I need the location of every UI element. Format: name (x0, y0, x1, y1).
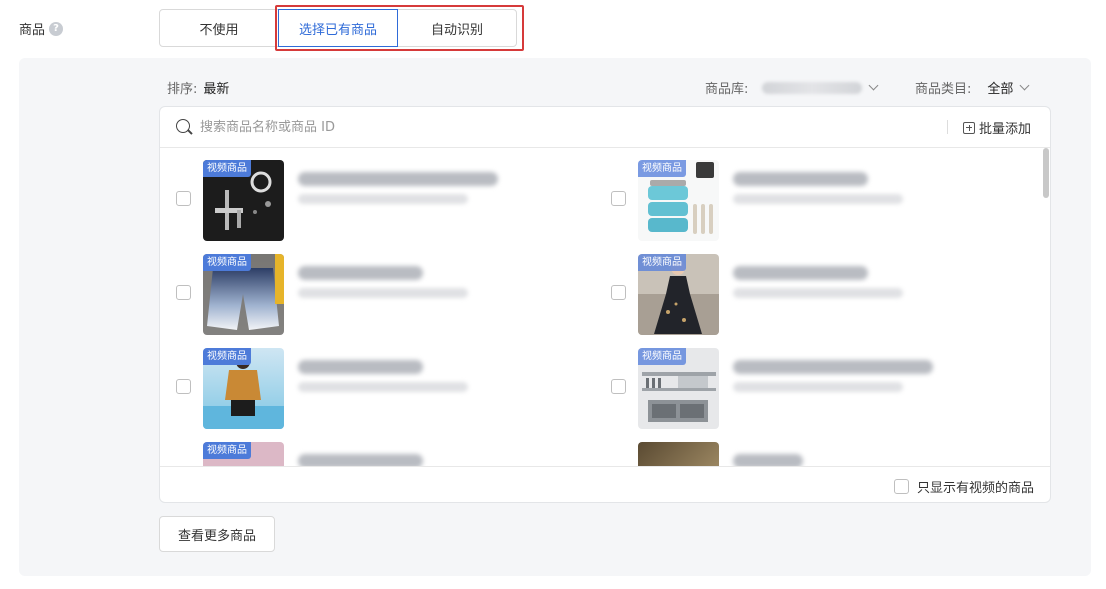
scrollbar[interactable] (1042, 148, 1050, 466)
only-video-checkbox[interactable] (893, 479, 909, 494)
product-title-blurred (733, 454, 803, 466)
search-icon (176, 119, 190, 133)
product-list[interactable]: 视频商品 视频商品 视频商品 视频商品 视频商品 视频商品 视频商品 (160, 148, 1050, 466)
product-item[interactable]: 视频商品 (160, 254, 580, 336)
sort-value: 最新 (203, 82, 230, 97)
mode-option-auto-detect[interactable]: 自动识别 (397, 9, 517, 47)
product-subtitle-blurred (298, 288, 468, 298)
library-value-blurred (762, 81, 863, 94)
video-product-tag: 视频商品 (203, 348, 251, 365)
product-subtitle-blurred (733, 288, 903, 298)
mode-option-label: 自动识别 (430, 22, 483, 38)
product-subtitle-blurred (298, 382, 468, 392)
mode-option-select-existing[interactable]: 选择已有商品 (278, 9, 398, 47)
product-thumbnail: 视频商品 (203, 254, 284, 335)
video-product-tag: 视频商品 (203, 160, 251, 177)
sort-control[interactable]: 排序: 最新 (167, 78, 229, 97)
library-label: 商品库: (705, 82, 749, 97)
view-more-products-button[interactable]: 查看更多商品 (159, 516, 275, 552)
product-item[interactable]: 视频商品 (160, 442, 580, 466)
product-subtitle-blurred (298, 194, 468, 204)
product-item[interactable]: 视频商品 (595, 254, 1015, 336)
mode-option-none[interactable]: 不使用 (159, 9, 279, 47)
product-thumbnail (638, 442, 719, 466)
product-thumbnail: 视频商品 (203, 348, 284, 429)
product-subtitle-blurred (733, 194, 903, 204)
add-square-icon (963, 121, 975, 134)
category-label: 商品类目: (915, 82, 972, 97)
video-product-tag: 视频商品 (203, 254, 251, 271)
product-checkbox[interactable] (176, 285, 191, 300)
scrollbar-thumb[interactable] (1043, 148, 1049, 198)
product-item[interactable]: 视频商品 (595, 348, 1015, 430)
mode-option-label: 不使用 (199, 22, 239, 38)
product-title-blurred (733, 266, 868, 280)
search-input[interactable] (200, 117, 800, 137)
search-bar: 批量添加 (160, 107, 1050, 148)
chevron-down-icon (1019, 80, 1030, 91)
product-subtitle-blurred (733, 382, 903, 392)
product-checkbox[interactable] (611, 191, 626, 206)
product-title-blurred (733, 172, 868, 186)
product-checkbox[interactable] (176, 191, 191, 206)
product-thumbnail: 视频商品 (203, 160, 284, 241)
product-field-label: 商品 ? (19, 19, 64, 38)
product-title-blurred (298, 454, 423, 466)
product-item[interactable]: 视频商品 (160, 160, 580, 242)
product-title-blurred (298, 360, 423, 374)
batch-add-label: 批量添加 (979, 122, 1032, 137)
product-thumbnail: 视频商品 (638, 160, 719, 241)
product-title-blurred (298, 266, 423, 280)
product-checkbox[interactable] (611, 285, 626, 300)
product-title-blurred (733, 360, 933, 374)
product-item[interactable]: 视频商品 (160, 348, 580, 430)
mode-option-label: 选择已有商品 (298, 22, 377, 38)
list-footer: 只显示有视频的商品 (160, 466, 1050, 502)
product-thumbnail: 视频商品 (638, 348, 719, 429)
product-checkbox[interactable] (611, 379, 626, 394)
video-product-tag: 视频商品 (638, 160, 686, 177)
category-select[interactable]: 商品类目: 全部 (915, 78, 1030, 97)
product-thumbnail: 视频商品 (203, 442, 284, 466)
library-select[interactable]: 商品库: (705, 78, 879, 97)
video-product-tag: 视频商品 (638, 348, 686, 365)
batch-add-button[interactable]: 批量添加 (963, 118, 1031, 137)
chevron-down-icon (868, 80, 879, 91)
product-item[interactable]: 视频商品 (595, 160, 1015, 242)
sort-label: 排序: (167, 82, 198, 97)
divider (947, 120, 948, 134)
help-icon[interactable]: ? (49, 21, 64, 36)
only-video-label: 只显示有视频的商品 (916, 481, 1034, 496)
product-item[interactable] (595, 442, 1015, 466)
video-product-tag: 视频商品 (638, 254, 686, 271)
product-thumbnail: 视频商品 (638, 254, 719, 335)
product-title-blurred (298, 172, 498, 186)
product-list-box: 批量添加 视频商品 视频商 (159, 106, 1051, 503)
field-label-text: 商品 (19, 23, 46, 38)
product-checkbox[interactable] (176, 379, 191, 394)
only-video-filter[interactable]: 只显示有视频的商品 (893, 477, 1034, 496)
video-product-tag: 视频商品 (203, 442, 251, 459)
category-value: 全部 (987, 82, 1014, 97)
